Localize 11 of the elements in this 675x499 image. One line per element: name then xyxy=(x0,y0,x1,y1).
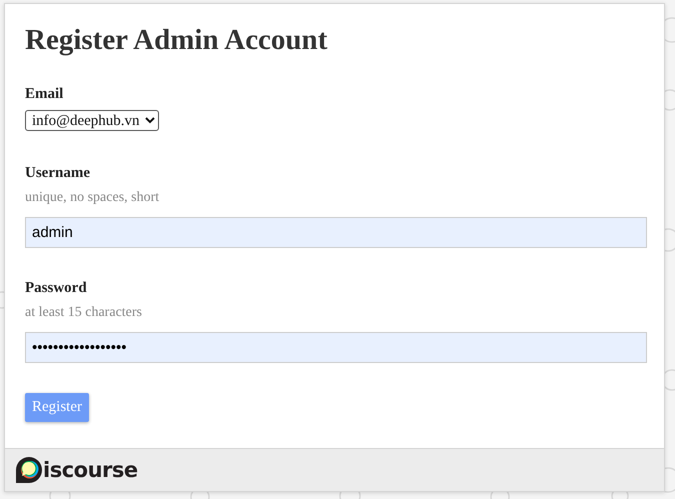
email-dropdown[interactable]: info@deephub.vn xyxy=(25,110,159,131)
field-label: Email xyxy=(25,85,64,104)
page-title: Register Admin Account xyxy=(25,23,328,58)
input-field[interactable]: •••••••••••••••••• xyxy=(25,332,647,363)
speech-bubble-logo-icon xyxy=(15,456,43,484)
logo-text: iscourse xyxy=(43,458,138,482)
input-field[interactable]: admin xyxy=(25,217,647,248)
field-label: Password xyxy=(25,279,87,298)
field-hint: at least 15 characters xyxy=(25,304,142,322)
field-label: Username xyxy=(25,164,90,183)
field-hint: unique, no spaces, short xyxy=(25,189,160,207)
